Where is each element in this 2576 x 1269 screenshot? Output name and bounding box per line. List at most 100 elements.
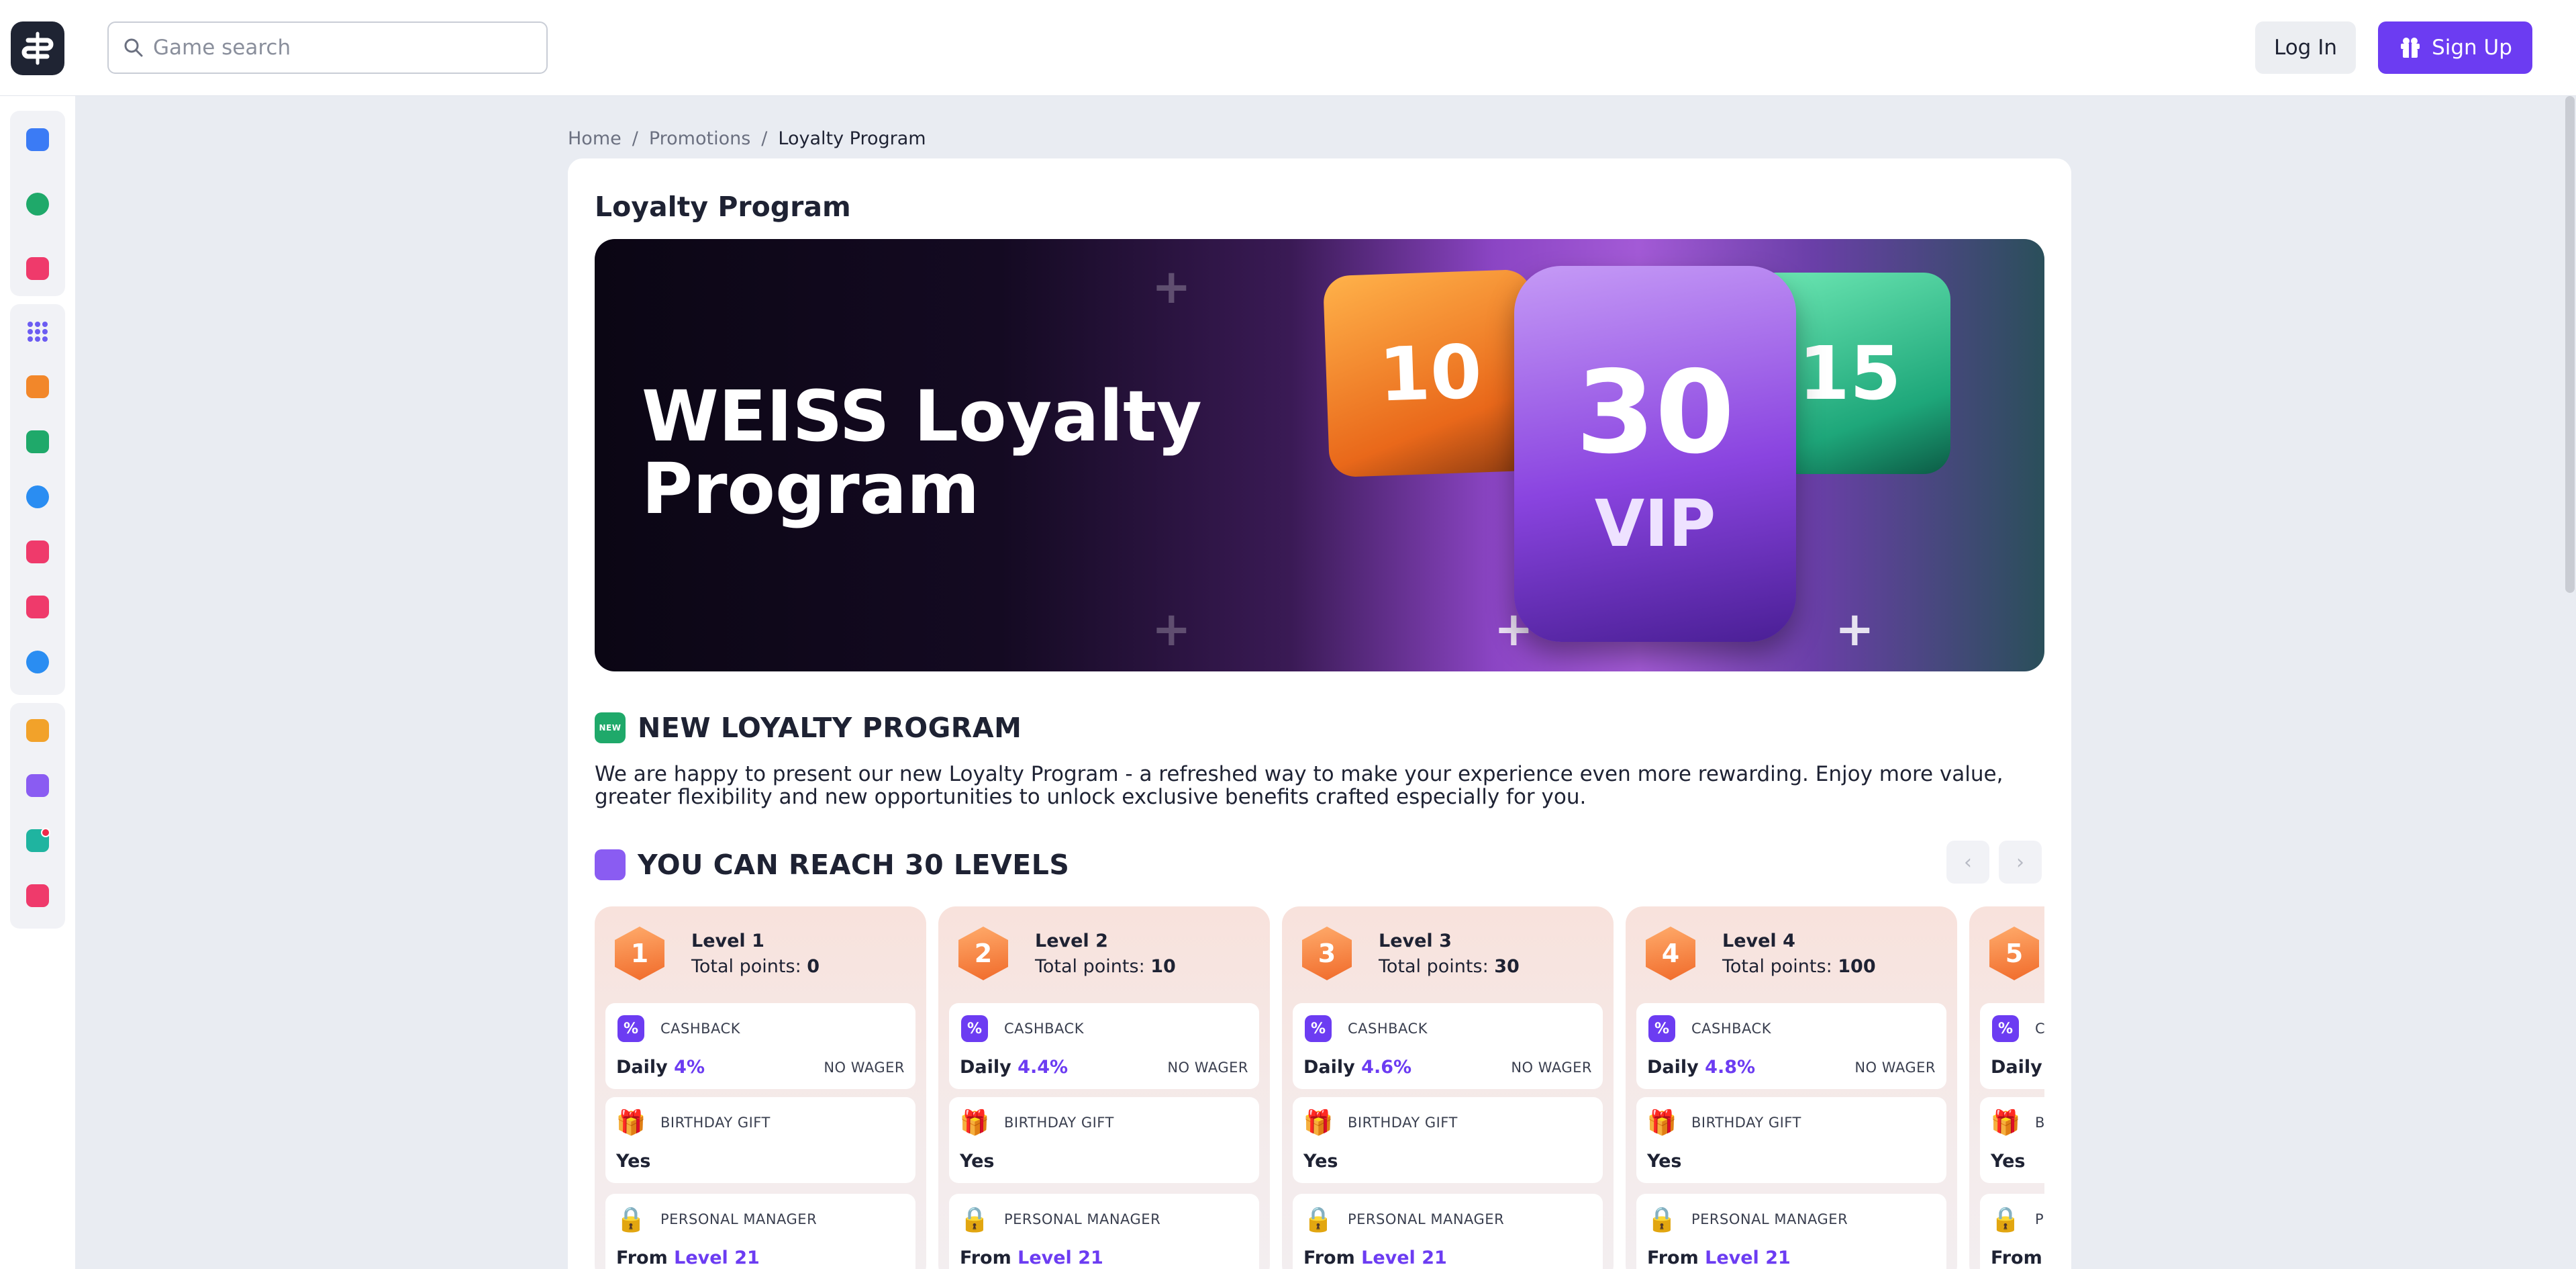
page-scrollbar[interactable]: [2565, 96, 2575, 593]
perk-value: Yes: [960, 1151, 995, 1172]
level-name: Level 4: [1722, 931, 1795, 951]
perk-value: From Level 21: [1303, 1248, 1447, 1268]
sidebar-group-games: [10, 111, 65, 296]
sidebar-item-statistics[interactable]: [18, 821, 57, 860]
levels-carousel: 1 Level 1 Total points: 0 % CASHBACK Dai…: [595, 906, 2044, 1269]
carousel-next-button[interactable]: ›: [1999, 841, 2042, 884]
sidebar-item-casino[interactable]: [18, 120, 57, 159]
lock-icon: 🔒: [1646, 1206, 1677, 1233]
perk-birthday-gift: 🎁 BI Yes: [1980, 1097, 2044, 1183]
all-games-grid-icon: [28, 322, 48, 342]
perk-label: CASHBACK: [660, 1021, 740, 1037]
level-name: Level 3: [1379, 931, 1452, 951]
page-title: Loyalty Program: [595, 191, 851, 223]
plus-decoration: +: [1152, 259, 1191, 314]
perk-birthday-gift: 🎁 BIRTHDAY GIFT Yes: [605, 1097, 915, 1183]
perk-personal-manager: 🔒 PERSONAL MANAGER From Level 21: [1636, 1194, 1946, 1269]
signup-label: Sign Up: [2432, 36, 2512, 60]
levels-title: YOU CAN REACH 30 LEVELS: [638, 849, 1070, 881]
level-points: Total points: 10: [1035, 956, 1176, 977]
banner-title: WEISS Loyalty Program: [642, 375, 1202, 530]
perk-value: From Level 21: [960, 1248, 1103, 1268]
new-badge-icon: NEW: [595, 712, 626, 743]
level-badge: 2: [954, 923, 1012, 984]
perk-cashback: % C Daily 5: [1980, 1003, 2044, 1089]
perk-value: From Level 21: [1647, 1248, 1791, 1268]
perk-label: BI: [2035, 1115, 2044, 1131]
perk-birthday-gift: 🎁 BIRTHDAY GIFT Yes: [1293, 1097, 1603, 1183]
carousel-prev-button[interactable]: ‹: [1946, 841, 1989, 884]
perk-label: CASHBACK: [1348, 1021, 1428, 1037]
perk-personal-manager: 🔒 PERSONAL MANAGER From Level 21: [949, 1194, 1259, 1269]
breadcrumb-separator: /: [632, 128, 638, 149]
level-points: Total points: 0: [691, 956, 820, 977]
breadcrumb-home[interactable]: Home: [568, 128, 622, 149]
perk-value: From Level 21: [616, 1248, 760, 1268]
lock-icon: 🔒: [1303, 1206, 1334, 1233]
new-program-description: We are happy to present our new Loyalty …: [595, 762, 2003, 809]
level-cube-30-vip: 30 VIP: [1514, 266, 1796, 642]
sidebar-item-bonus-wheel[interactable]: [18, 477, 57, 516]
left-sidebar: [0, 96, 75, 1269]
level-badge-number: 4: [1646, 927, 1695, 980]
sidebar-item-shop[interactable]: [18, 532, 57, 571]
perk-cashback: % CASHBACK Daily 4.4% NO WAGER: [949, 1003, 1259, 1089]
cube-vip-label: VIP: [1594, 486, 1716, 561]
perk-value: Daily 5: [1991, 1057, 2042, 1078]
search-input[interactable]: [153, 36, 529, 60]
level-name: Level 1: [691, 931, 764, 951]
sidebar-item-messages[interactable]: [18, 876, 57, 915]
signup-button[interactable]: Sign Up: [2378, 21, 2532, 74]
gift-icon: 🎁: [615, 1109, 646, 1137]
perk-note: NO WAGER: [1167, 1060, 1248, 1076]
levels-heading: YOU CAN REACH 30 LEVELS: [595, 849, 1069, 881]
sidebar-item-all-games[interactable]: [18, 312, 57, 351]
breadcrumb-promotions[interactable]: Promotions: [649, 128, 750, 149]
messages-icon: [26, 884, 49, 907]
perk-value: Daily 4%: [616, 1057, 705, 1078]
site-logo[interactable]: [11, 21, 64, 75]
level-badge-number: 5: [1989, 927, 2039, 980]
sidebar-group-account: [10, 703, 65, 929]
promotions-percent-icon: [26, 430, 49, 453]
sidebar-item-promotions[interactable]: [18, 422, 57, 461]
level-badge-number: 1: [615, 927, 664, 980]
sidebar-item-loyalty[interactable]: [18, 766, 57, 805]
sidebar-item-live-casino[interactable]: [18, 185, 57, 224]
loyalty-levels-icon: [26, 774, 49, 797]
breadcrumb: Home / Promotions / Loyalty Program: [568, 125, 926, 152]
perk-birthday-gift: 🎁 BIRTHDAY GIFT Yes: [949, 1097, 1259, 1183]
new-badge-text: NEW: [599, 723, 622, 733]
perk-personal-manager: 🔒 PI From L: [1980, 1194, 2044, 1269]
shop-icon: [26, 540, 49, 563]
sidebar-item-tournaments[interactable]: [18, 367, 57, 406]
level-card: 5 % C Daily 5 🎁 BI Yes 🔒 PI From L: [1969, 906, 2044, 1269]
game-search[interactable]: [107, 21, 548, 74]
level-badge: 4: [1642, 923, 1699, 984]
level-badge: 3: [1298, 923, 1356, 984]
level-cube-10: 10: [1322, 269, 1538, 478]
perk-personal-manager: 🔒 PERSONAL MANAGER From Level 21: [1293, 1194, 1603, 1269]
support-chat-icon: [26, 651, 49, 673]
search-icon: [124, 38, 143, 57]
new-program-title: NEW LOYALTY PROGRAM: [638, 712, 1022, 744]
lock-icon: 🔒: [615, 1206, 646, 1233]
perk-label: CASHBACK: [1691, 1021, 1771, 1037]
perk-label: PERSONAL MANAGER: [1691, 1211, 1848, 1227]
tournaments-trophy-icon: [26, 375, 49, 398]
login-button[interactable]: Log In: [2255, 21, 2356, 74]
notification-dot: [41, 828, 50, 837]
level-badge-number: 2: [958, 927, 1008, 980]
sidebar-item-vip[interactable]: [18, 711, 57, 750]
sidebar-item-gift[interactable]: [18, 588, 57, 626]
sidebar-item-favorites[interactable]: [18, 249, 57, 288]
perk-value: Yes: [616, 1151, 651, 1172]
plus-decoration: +: [1152, 602, 1191, 657]
level-card: 2 Level 2 Total points: 10 % CASHBACK Da…: [938, 906, 1270, 1269]
favorites-heart-icon: [26, 257, 49, 280]
sidebar-item-support[interactable]: [18, 643, 57, 682]
perk-value: Daily 4.8%: [1647, 1057, 1756, 1078]
statistics-icon: [26, 828, 50, 852]
percent-icon: %: [1648, 1015, 1675, 1042]
perk-label: BIRTHDAY GIFT: [1348, 1115, 1458, 1131]
